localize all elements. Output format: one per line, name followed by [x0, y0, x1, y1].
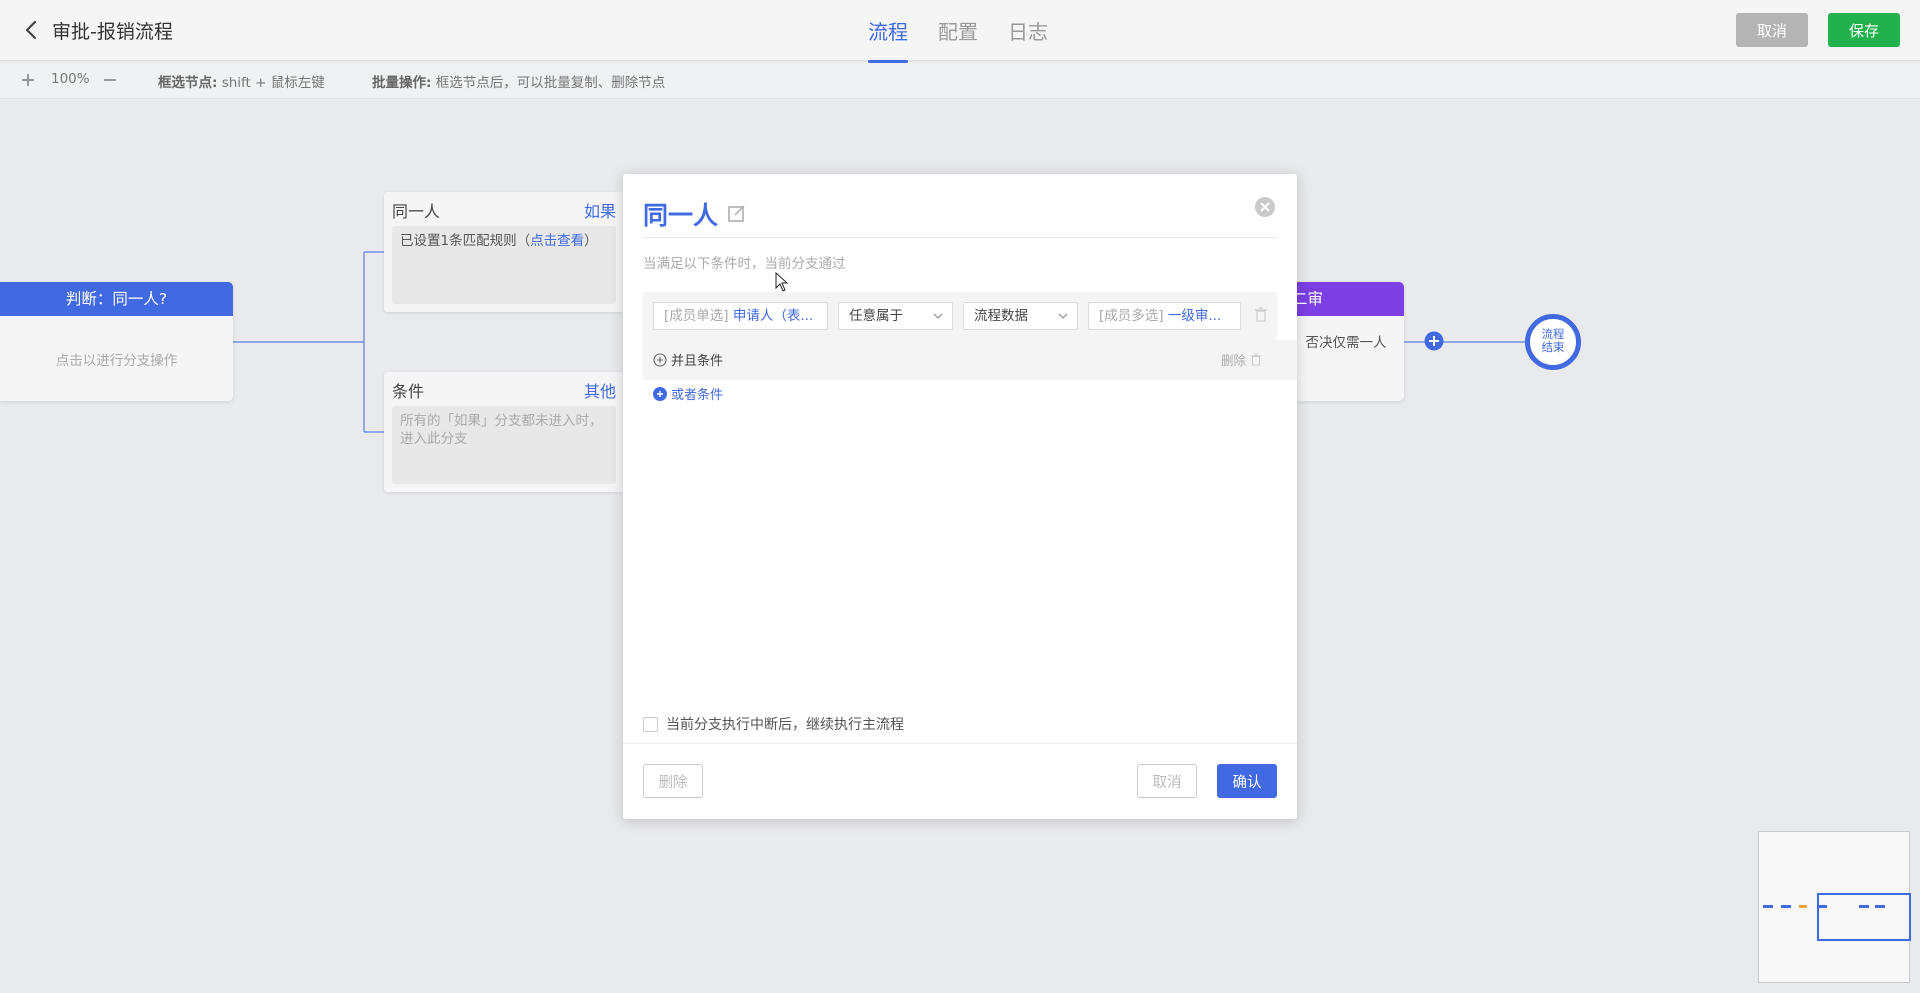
mouse-cursor-icon — [775, 272, 789, 292]
branch-name: 条件 — [392, 382, 425, 401]
continue-main-flow-checkbox[interactable]: 当前分支执行中断后，继续执行主流程 — [643, 714, 904, 734]
edit-icon[interactable] — [726, 202, 748, 224]
branch-name: 同一人 — [392, 202, 441, 221]
footer-divider — [623, 743, 1297, 744]
close-icon[interactable] — [1253, 195, 1277, 219]
branch-same-person[interactable]: 同一人 如果 已设置1条匹配规则（点击查看） — [384, 192, 624, 312]
branch-body: 已设置1条匹配规则（点击查看） — [392, 226, 616, 304]
branch-tag: 如果 — [583, 202, 616, 221]
plus-circle-icon — [653, 352, 667, 367]
judge-node-body: 点击以进行分支操作 — [55, 353, 178, 369]
tab-flow[interactable]: 流程 — [868, 16, 908, 63]
dialog-description: 当满足以下条件时，当前分支通过 — [643, 256, 846, 272]
target-value: 一级审... — [1167, 308, 1222, 324]
branch-body-suffix: ） — [584, 233, 598, 249]
zoom-level: 100% — [51, 71, 90, 87]
minimap[interactable] — [1758, 831, 1911, 983]
field-placeholder: [成员单选] — [664, 308, 729, 324]
select-hint-label: 框选节点: — [158, 75, 218, 91]
source-value: 流程数据 — [974, 308, 1028, 324]
or-condition-label: 或者条件 — [671, 388, 724, 403]
minimap-viewport[interactable] — [1817, 893, 1911, 941]
save-button[interactable]: 保存 — [1828, 13, 1900, 47]
end-node-line2: 结束 — [1541, 340, 1565, 354]
delete-branch-button[interactable]: 删除 — [643, 764, 703, 798]
condition-row: [成员单选] 申请人（表... 任意属于 流程数据 [成员多选] 一级审... — [643, 292, 1277, 340]
confirm-button[interactable]: 确认 — [1217, 764, 1277, 798]
batch-hint-text: 框选节点后，可以批量复制、删除节点 — [435, 75, 666, 91]
trash-icon — [1250, 352, 1262, 366]
condition-operator-select[interactable]: 任意属于 — [838, 302, 953, 330]
branch-body-prefix: 已设置1条匹配规则（ — [400, 233, 531, 249]
plus-circle-icon — [653, 386, 667, 401]
add-node-icon[interactable] — [1424, 331, 1444, 351]
tab-config[interactable]: 配置 — [938, 16, 978, 60]
batch-hint-label: 批量操作: — [372, 75, 432, 91]
judge-node[interactable]: 判断：同一人? 点击以进行分支操作 — [0, 282, 233, 401]
review-node[interactable]: 二审 ，否决仅需一人 — [1290, 282, 1404, 401]
cancel-button[interactable]: 取消 — [1736, 13, 1808, 47]
and-condition-label: 并且条件 — [671, 354, 724, 369]
batch-hint: 批量操作: 框选节点后，可以批量复制、删除节点 — [372, 71, 665, 91]
view-rule-link[interactable]: 点击查看 — [530, 233, 584, 249]
and-condition-row: 并且条件 删除 — [643, 340, 1297, 380]
dialog-cancel-button[interactable]: 取消 — [1137, 764, 1197, 798]
trash-icon[interactable] — [1254, 307, 1268, 323]
field-value: 申请人（表... — [732, 308, 814, 324]
branch-tag: 其他 — [583, 382, 616, 401]
chevron-down-icon — [1058, 313, 1068, 319]
page-title: 审批-报销流程 — [52, 21, 173, 43]
target-placeholder: [成员多选] — [1099, 308, 1164, 324]
condition-target-select[interactable]: [成员多选] 一级审... — [1088, 302, 1241, 330]
condition-field-select[interactable]: [成员单选] 申请人（表... — [653, 302, 828, 330]
chevron-down-icon — [933, 313, 943, 319]
canvas-toolbar: 100% 框选节点: shift + 鼠标左键 批量操作: 框选节点后，可以批量… — [0, 61, 1920, 99]
tab-log[interactable]: 日志 — [1008, 16, 1048, 60]
tab-bar: 流程 配置 日志 — [868, 16, 1048, 63]
select-hint-text: shift + 鼠标左键 — [221, 75, 325, 91]
operator-value: 任意属于 — [849, 308, 903, 324]
judge-node-title: 判断：同一人? — [0, 282, 233, 316]
add-or-condition-button[interactable]: 或者条件 — [653, 384, 723, 403]
condition-group: [成员单选] 申请人（表... 任意属于 流程数据 [成员多选] 一级审... … — [643, 292, 1297, 380]
back-arrow-icon[interactable] — [20, 18, 44, 42]
dialog-title: 同一人 — [643, 201, 719, 230]
continue-main-flow-label: 当前分支执行中断后，继续执行主流程 — [666, 717, 904, 733]
review-node-body: ，否决仅需一人 — [1292, 335, 1387, 351]
branch-else[interactable]: 条件 其他 所有的「如果」分支都未进入时，进入此分支 — [384, 372, 624, 492]
add-and-condition-button[interactable]: 并且条件 — [653, 350, 723, 369]
checkbox-box[interactable] — [643, 716, 658, 732]
zoom-out-icon[interactable] — [100, 70, 120, 90]
branch-body: 所有的「如果」分支都未进入时，进入此分支 — [392, 406, 616, 484]
review-node-title: 二审 — [1290, 282, 1404, 316]
delete-group-label: 删除 — [1221, 353, 1247, 368]
flow-end-node: 流程 结束 — [1525, 314, 1581, 370]
top-header: 审批-报销流程 流程 配置 日志 取消 保存 — [0, 0, 1920, 63]
dialog-divider — [643, 237, 1277, 238]
select-hint: 框选节点: shift + 鼠标左键 — [158, 71, 325, 91]
delete-group-button[interactable]: 删除 — [1221, 350, 1262, 369]
branch-condition-dialog: 同一人 当满足以下条件时，当前分支通过 [成员单选] 申请人（表... 任意属于… — [623, 174, 1297, 819]
zoom-in-icon[interactable] — [18, 70, 38, 90]
condition-source-select[interactable]: 流程数据 — [963, 302, 1078, 330]
